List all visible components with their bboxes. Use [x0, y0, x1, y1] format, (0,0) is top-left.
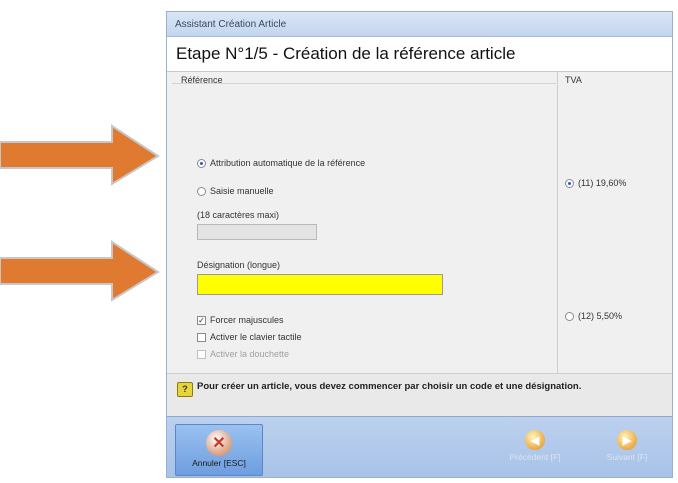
checkbox-scanner: Activer la douchette	[197, 349, 289, 359]
info-icon: ?	[177, 382, 193, 397]
panel-divider	[557, 72, 558, 373]
window-title: Assistant Création Article	[175, 18, 287, 30]
next-button[interactable]: ▶ Suivant [F]	[587, 425, 667, 473]
radio-manual-reference[interactable]: Saisie manuelle	[197, 186, 274, 196]
previous-label: Précédent [F]	[509, 452, 561, 462]
force-uppercase-label: Forcer majuscules	[210, 315, 284, 325]
radio-auto-label: Attribution automatique de la référence	[210, 158, 366, 168]
checkbox[interactable]	[197, 332, 206, 342]
radio-button[interactable]	[197, 186, 206, 196]
touch-keyboard-label: Activer le clavier tactile	[210, 332, 302, 342]
reference-input[interactable]	[197, 224, 317, 240]
form-area: Référence TVA Attribution automatique de…	[167, 72, 672, 373]
pointer-arrow-icon	[0, 124, 160, 186]
info-bar: ? Pour créer un article, vous devez comm…	[167, 373, 672, 417]
tva-1960-label: (11) 19,60%	[578, 178, 627, 188]
radio-manual-label: Saisie manuelle	[210, 186, 274, 196]
close-icon: ✕	[206, 430, 232, 456]
window-titlebar: Assistant Création Article	[167, 12, 672, 37]
checkbox-checked-icon[interactable]: ✓	[197, 315, 206, 325]
scanner-label: Activer la douchette	[210, 349, 290, 359]
radio-button[interactable]	[565, 311, 574, 321]
radio-tva-550[interactable]: (12) 5,50%	[565, 311, 622, 321]
radio-auto-reference[interactable]: Attribution automatique de la référence	[197, 158, 365, 168]
step-title: Etape N°1/5 - Création de la référence a…	[167, 37, 672, 72]
max-chars-label: (18 caractères maxi)	[197, 210, 280, 220]
designation-label: Désignation (longue)	[197, 260, 281, 270]
arrow-left-icon: ◀	[525, 430, 545, 450]
checkbox-force-uppercase[interactable]: ✓ Forcer majuscules	[197, 315, 284, 325]
pointer-arrow-icon	[0, 240, 160, 302]
cancel-label: Annuler [ESC]	[192, 458, 246, 468]
info-text: Pour créer un article, vous devez commen…	[197, 381, 582, 392]
checkbox	[197, 349, 206, 359]
radio-button[interactable]	[197, 158, 206, 168]
tva-panel-label: TVA	[565, 75, 582, 85]
previous-button[interactable]: ◀ Précédent [F]	[495, 425, 575, 473]
radio-tva-1960[interactable]: (11) 19,60%	[565, 178, 626, 188]
cancel-button[interactable]: ✕ Annuler [ESC]	[175, 424, 263, 476]
designation-input[interactable]	[197, 274, 443, 295]
bottom-toolbar: ✕ Annuler [ESC] ◀ Précédent [F] ▶ Suivan…	[167, 416, 672, 477]
checkbox-touch-keyboard[interactable]: Activer le clavier tactile	[197, 332, 302, 342]
tva-550-label: (12) 5,50%	[578, 311, 623, 321]
radio-button[interactable]	[565, 178, 574, 188]
next-label: Suivant [F]	[606, 452, 648, 462]
arrow-right-icon: ▶	[617, 430, 637, 450]
wizard-window: Assistant Création Article Etape N°1/5 -…	[166, 11, 673, 478]
